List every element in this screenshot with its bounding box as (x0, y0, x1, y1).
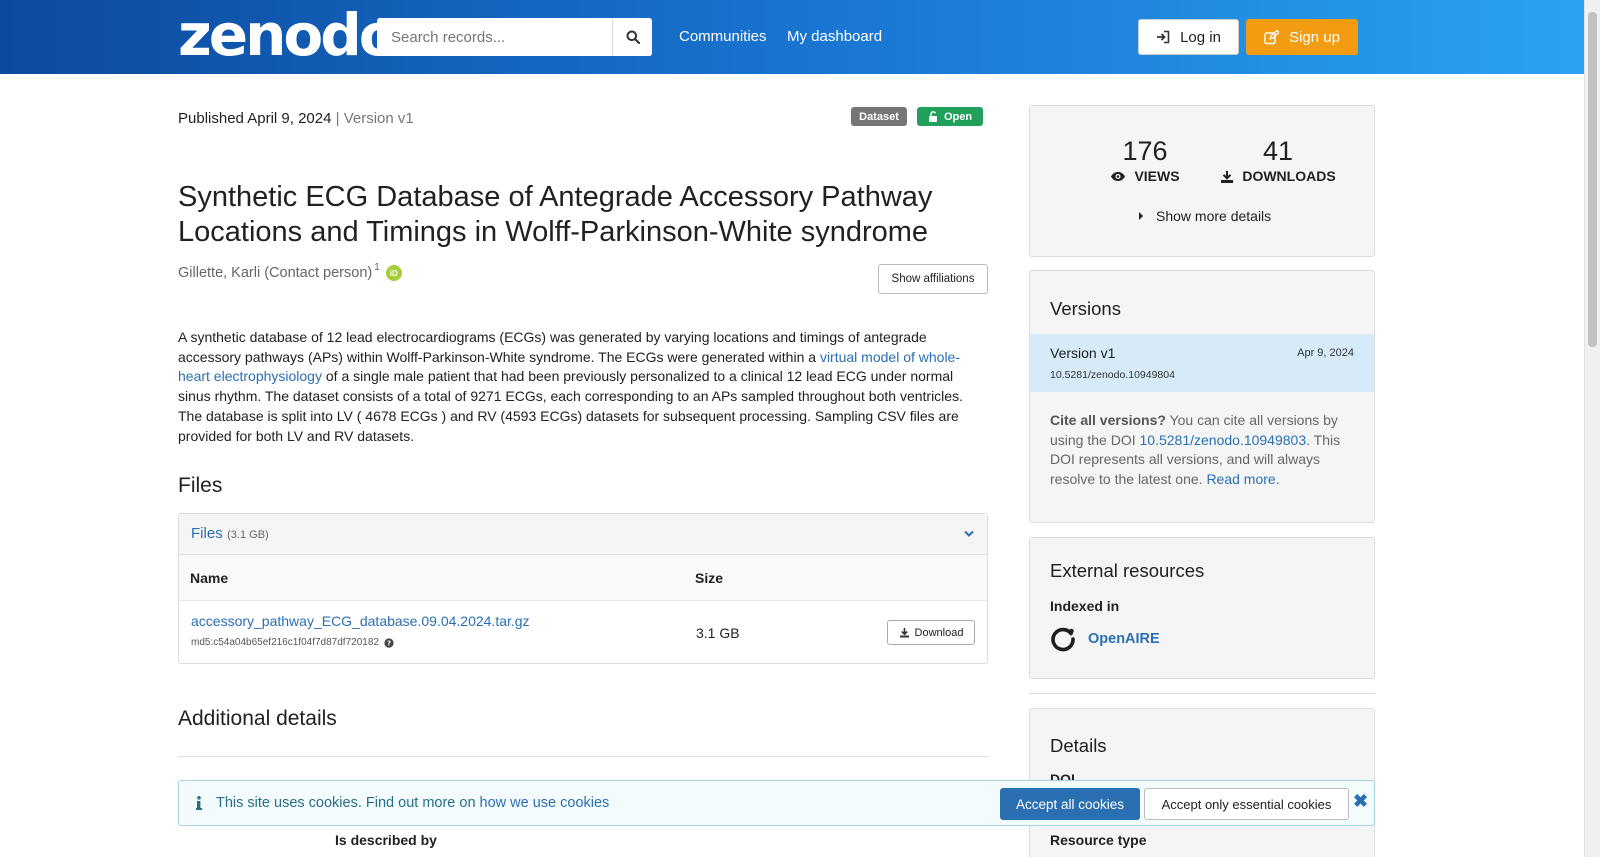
show-affiliations-button[interactable]: Show affiliations (878, 264, 988, 294)
search-button[interactable] (612, 18, 652, 56)
record-title: Synthetic ECG Database of Antegrade Acce… (178, 181, 933, 248)
affiliation-number: 1 (374, 261, 380, 273)
cookie-text: This site uses cookies. Find out more on (216, 795, 480, 811)
publication-info: Published April 9, 2024 | Version v1 (178, 110, 414, 127)
external-resources-heading: External resources (1050, 560, 1205, 581)
download-icon (1221, 170, 1234, 183)
cookie-message: This site uses cookies. Find out more on… (196, 795, 609, 811)
stats-card: 176 VIEWS 41 DOWNLOADS Show more details (1029, 105, 1375, 257)
dataset-badge[interactable]: Dataset (851, 107, 907, 126)
details-heading: Details (1050, 735, 1107, 756)
file-size: 3.1 GB (696, 625, 740, 641)
published-date: Published April 9, 2024 (178, 110, 332, 127)
version-label: | Version v1 (335, 110, 414, 127)
cite-all-versions: Cite all versions? You can cite all vers… (1050, 411, 1356, 490)
cookie-banner: This site uses cookies. Find out more on… (178, 780, 1375, 826)
nav-my-dashboard[interactable]: My dashboard (787, 28, 882, 45)
column-size: Size (695, 570, 724, 586)
md5-text: md5:c54a04b65ef216c1f04f7d87df720182 (191, 637, 379, 648)
divider (178, 756, 988, 757)
sign-in-icon (1157, 30, 1170, 44)
cookie-policy-link[interactable]: how we use cookies (480, 795, 610, 811)
unlock-icon (928, 111, 937, 122)
info-icon (196, 796, 202, 810)
scrollbar-thumb[interactable] (1588, 12, 1597, 347)
openaire-link[interactable]: OpenAIRE (1050, 626, 1160, 652)
page-scrollbar[interactable] (1584, 0, 1600, 857)
accept-essential-cookies-button[interactable]: Accept only essential cookies (1144, 788, 1349, 820)
file-name-link[interactable]: accessory_pathway_ECG_database.09.04.202… (191, 613, 530, 629)
downloads-stat: 41 DOWNLOADS (1216, 136, 1340, 184)
versions-heading: Versions (1050, 298, 1121, 319)
creator-line: Gillette, Karli (Contact person) 1 iD (178, 261, 402, 281)
open-access-badge[interactable]: Open (917, 107, 983, 126)
additional-details-heading: Additional details (178, 707, 337, 730)
top-header: zenodo Communities My dashboard Log in S… (0, 0, 1584, 74)
version-name: Version v1 (1050, 345, 1116, 361)
views-count: 176 (1122, 136, 1168, 166)
views-stat: 176 VIEWS (1090, 136, 1200, 184)
column-name: Name (190, 570, 229, 586)
resource-type-label: Resource type (1050, 832, 1147, 848)
show-more-details-toggle[interactable]: Show more details (1138, 208, 1271, 224)
creator-name[interactable]: Gillette, Karli (Contact person) (178, 265, 372, 281)
cite-all-versions-label: Cite all versions? (1050, 412, 1166, 428)
files-panel: Files (3.1 GB) Name Size accessory_pathw… (178, 513, 988, 664)
zenodo-logo[interactable]: zenodo (178, 6, 399, 64)
edit-icon (1264, 29, 1280, 44)
chevron-down-icon[interactable] (963, 530, 975, 538)
version-date: Apr 9, 2024 (1297, 347, 1354, 359)
table-row: accessory_pathway_ECG_database.09.04.202… (179, 601, 987, 663)
accept-all-cookies-button[interactable]: Accept all cookies (1000, 788, 1140, 820)
openaire-label: OpenAIRE (1088, 631, 1160, 647)
openaire-logo-icon (1051, 627, 1075, 652)
indexed-in-label: Indexed in (1050, 598, 1120, 614)
show-more-details-label: Show more details (1156, 208, 1272, 224)
description-text: A synthetic database of 12 lead electroc… (178, 329, 927, 365)
external-resources-card: External resources Indexed in OpenAIRE (1029, 537, 1375, 679)
search-input[interactable] (377, 18, 612, 56)
files-panel-title: Files (191, 525, 223, 542)
files-total-size: (3.1 GB) (227, 529, 269, 541)
sidebar-divider (1029, 693, 1375, 694)
search-icon (626, 30, 640, 44)
download-label: Download (914, 626, 964, 639)
signup-label: Sign up (1289, 28, 1340, 46)
version-item[interactable]: Version v1 Apr 9, 2024 10.5281/zenodo.10… (1030, 334, 1374, 392)
download-icon (899, 628, 909, 638)
question-circle-icon[interactable]: ? (384, 637, 394, 648)
file-checksum: md5:c54a04b65ef216c1f04f7d87df720182 ? (191, 637, 394, 648)
nav-communities[interactable]: Communities (679, 28, 767, 45)
svg-text:?: ? (387, 639, 391, 647)
login-button[interactable]: Log in (1138, 19, 1239, 55)
downloads-label: DOWNLOADS (1242, 168, 1336, 184)
caret-right-icon (1139, 212, 1143, 220)
signup-button[interactable]: Sign up (1246, 19, 1358, 55)
versions-card: Versions Version v1 Apr 9, 2024 10.5281/… (1029, 270, 1375, 523)
record-description: A synthetic database of 12 lead electroc… (178, 328, 988, 446)
eye-icon (1111, 171, 1126, 181)
downloads-count: 41 (1262, 136, 1294, 166)
orcid-icon[interactable]: iD (385, 265, 402, 281)
open-access-label: Open (943, 110, 973, 123)
files-panel-header[interactable]: Files (3.1 GB) (179, 514, 987, 555)
files-table-header: Name Size (179, 555, 987, 601)
files-heading: Files (178, 474, 223, 497)
close-icon[interactable]: ✖ (1353, 791, 1368, 812)
login-label: Log in (1180, 28, 1221, 46)
search-bar (377, 18, 652, 56)
is-described-by-label: Is described by (335, 832, 437, 848)
concept-doi-link[interactable]: 10.5281/zenodo.10949803 (1140, 432, 1307, 448)
version-doi: 10.5281/zenodo.10949804 (1050, 369, 1175, 381)
views-label: VIEWS (1134, 168, 1180, 184)
read-more-link[interactable]: Read more. (1206, 471, 1279, 487)
download-button[interactable]: Download (887, 620, 975, 645)
